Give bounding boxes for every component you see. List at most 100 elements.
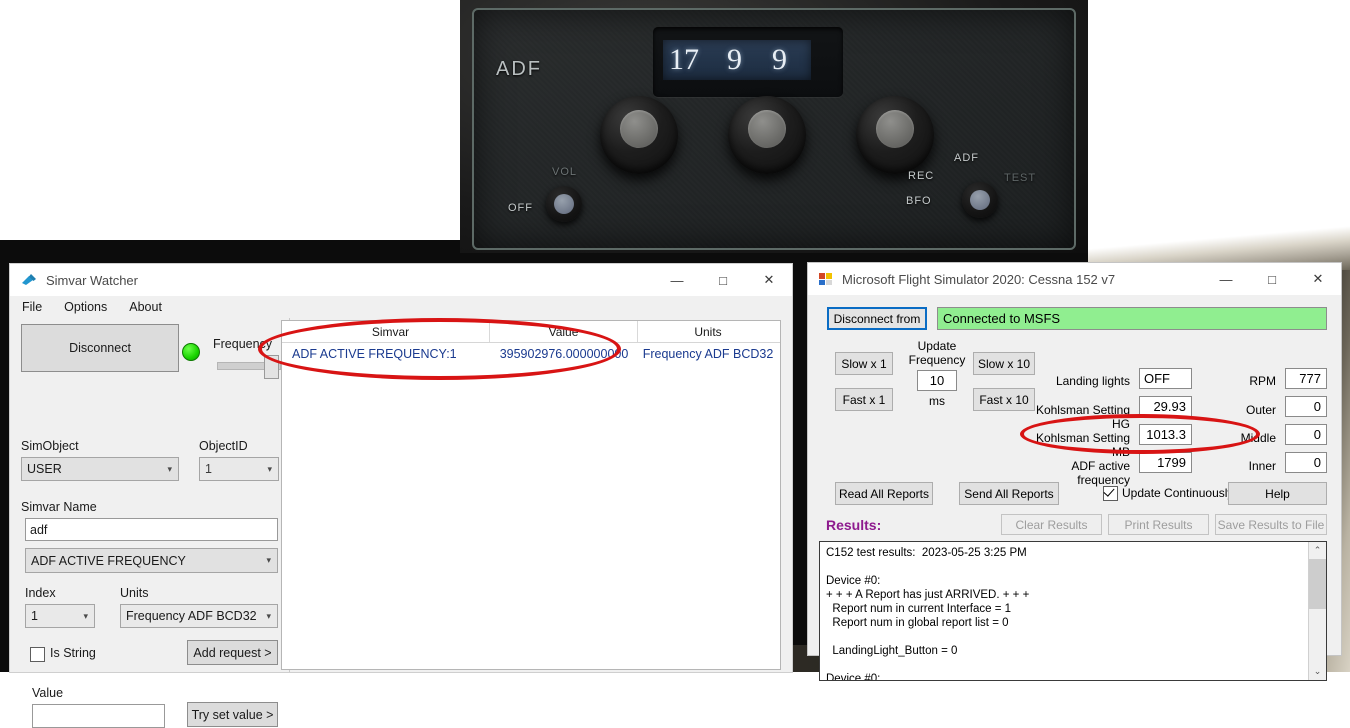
maximize-button[interactable]: □	[1249, 263, 1295, 295]
adf-test-label: TEST	[1004, 172, 1037, 184]
minimize-button[interactable]: —	[654, 264, 700, 296]
inner-label: Inner	[1248, 459, 1276, 473]
disconnect-from-button[interactable]: Disconnect from	[827, 307, 927, 330]
fast-x1-button[interactable]: Fast x 1	[835, 388, 893, 411]
results-textarea[interactable]: C152 test results: 2023-05-25 3:25 PM De…	[819, 541, 1327, 681]
adf-mode-adf-label: ADF	[954, 152, 979, 164]
menu-item-file[interactable]: File	[22, 300, 42, 314]
disconnect-button[interactable]: Disconnect	[21, 324, 179, 372]
adf-digit-group-3: 9	[772, 43, 787, 76]
minimize-button[interactable]: —	[1203, 263, 1249, 295]
update-continuously-label: Update Continuously	[1122, 486, 1234, 500]
msfs-body: Disconnect from Connected to MSFS Slow x…	[808, 295, 1341, 681]
index-value: 1	[31, 609, 38, 623]
results-text: C152 test results: 2023-05-25 3:25 PM De…	[826, 547, 1030, 681]
simvar-name-label: Simvar Name	[21, 500, 97, 514]
units-dropdown[interactable]: Frequency ADF BCD32 ▾	[120, 604, 278, 628]
adf-off-label: OFF	[508, 202, 533, 214]
middle-value[interactable]: 0	[1285, 424, 1327, 445]
simobject-label: SimObject	[21, 439, 79, 453]
try-set-value-button[interactable]: Try set value >	[187, 702, 278, 727]
msfs-window: Microsoft Flight Simulator 2020: Cessna …	[808, 263, 1341, 681]
plug-icon	[20, 272, 38, 288]
objectid-label: ObjectID	[199, 439, 248, 453]
adf-tuning-knob-2[interactable]	[728, 96, 806, 174]
frequency-slider-thumb[interactable]	[264, 355, 279, 379]
msfs-titlebar[interactable]: Microsoft Flight Simulator 2020: Cessna …	[808, 263, 1341, 295]
msfs-title: Microsoft Flight Simulator 2020: Cessna …	[842, 271, 1116, 287]
units-label: Units	[120, 586, 149, 600]
maximize-button[interactable]: □	[700, 264, 746, 296]
column-header-simvar[interactable]: Simvar	[282, 321, 490, 342]
save-results-to-file-button[interactable]: Save Results to File	[1215, 514, 1327, 535]
scroll-up-icon[interactable]: ⌃	[1309, 542, 1326, 559]
menu-item-options[interactable]: Options	[64, 300, 107, 314]
msfs-window-controls: — □ ✕	[1203, 263, 1341, 295]
simvar-watcher-window-controls: — □ ✕	[654, 264, 792, 296]
chevron-down-icon: ▾	[266, 555, 271, 565]
outer-label: Outer	[1245, 403, 1276, 417]
update-frequency-label-line1: Update	[917, 339, 957, 353]
simvar-dropdown[interactable]: ADF ACTIVE FREQUENCY ▾	[25, 548, 278, 573]
connection-status-led	[182, 343, 200, 361]
scrollbar-thumb[interactable]	[1309, 559, 1326, 609]
print-results-button[interactable]: Print Results	[1108, 514, 1209, 535]
simvar-results-table[interactable]: Simvar Value Units ADF ACTIVE FREQUENCY:…	[281, 320, 781, 670]
close-button[interactable]: ✕	[1295, 263, 1341, 295]
send-all-reports-button[interactable]: Send All Reports	[959, 482, 1059, 505]
cell-value: 395902976.000000000	[499, 347, 629, 361]
update-frequency-input[interactable]: 10	[917, 370, 957, 391]
rpm-label: RPM	[1249, 374, 1276, 388]
clear-results-button[interactable]: Clear Results	[1001, 514, 1102, 535]
simobject-dropdown[interactable]: USER ▾	[21, 457, 179, 481]
landing-lights-value[interactable]: OFF	[1139, 368, 1192, 389]
table-header-row: Simvar Value Units	[282, 321, 780, 343]
value-input[interactable]	[32, 704, 165, 728]
value-label: Value	[32, 686, 64, 700]
inner-value[interactable]: 0	[1285, 452, 1327, 473]
help-button[interactable]: Help	[1228, 482, 1327, 505]
simvar-watcher-titlebar[interactable]: Simvar Watcher — □ ✕	[10, 264, 792, 296]
update-continuously-checkbox[interactable]	[1103, 486, 1118, 501]
adf-vol-label: VOL	[552, 166, 578, 178]
slow-x10-button[interactable]: Slow x 10	[973, 352, 1035, 375]
kohlsman-mb-value[interactable]: 1013.3	[1139, 424, 1192, 445]
adf-rec-label: REC	[908, 170, 935, 182]
simvar-watcher-title: Simvar Watcher	[46, 272, 138, 288]
middle-label: Middle	[1240, 431, 1276, 445]
simvar-watcher-menubar: File Options About	[10, 296, 792, 318]
adf-digit-group-1: 17	[669, 43, 699, 76]
close-button[interactable]: ✕	[746, 264, 792, 296]
results-scrollbar[interactable]: ⌃ ⌄	[1308, 542, 1326, 680]
adf-active-frequency-value[interactable]: 1799	[1139, 452, 1192, 473]
adf-tuning-knob-3[interactable]	[856, 96, 934, 174]
add-request-button[interactable]: Add request >	[187, 640, 278, 665]
fast-x10-button[interactable]: Fast x 10	[973, 388, 1035, 411]
simobject-value: USER	[27, 462, 62, 476]
index-dropdown[interactable]: 1 ▾	[25, 604, 95, 628]
adf-mode-selector-knob[interactable]	[962, 182, 998, 218]
chevron-down-icon: ▾	[167, 463, 172, 474]
column-header-value[interactable]: Value	[490, 321, 638, 342]
adf-radio-panel-image: ADF 17 9 9 VOL OFF REC BFO ADF TEST	[460, 0, 1088, 253]
update-frequency-label-line2: Frequency	[908, 353, 966, 367]
column-header-units[interactable]: Units	[638, 321, 778, 342]
adf-volume-knob[interactable]	[546, 186, 582, 222]
adf-bfo-label: BFO	[906, 195, 932, 207]
read-all-reports-button[interactable]: Read All Reports	[835, 482, 933, 505]
table-row[interactable]: ADF ACTIVE FREQUENCY:1 395902976.0000000…	[282, 343, 780, 365]
units-value: Frequency ADF BCD32	[126, 609, 257, 623]
is-string-checkbox[interactable]	[30, 647, 45, 662]
outer-value[interactable]: 0	[1285, 396, 1327, 417]
simvar-name-input[interactable]: adf	[25, 518, 278, 541]
menu-item-about[interactable]: About	[129, 300, 162, 314]
adf-display-frame: 17 9 9	[653, 27, 843, 97]
kohlsman-hg-value[interactable]: 29.93	[1139, 396, 1192, 417]
objectid-dropdown[interactable]: 1 ▾	[199, 457, 279, 481]
rpm-value[interactable]: 777	[1285, 368, 1327, 389]
kohlsman-hg-label: Kohlsman Setting HG	[1035, 403, 1130, 431]
slow-x1-button[interactable]: Slow x 1	[835, 352, 893, 375]
landing-lights-label: Landing lights	[1055, 374, 1130, 388]
adf-frequency-display: 17 9 9	[663, 40, 811, 80]
adf-tuning-knob-1[interactable]	[600, 96, 678, 174]
